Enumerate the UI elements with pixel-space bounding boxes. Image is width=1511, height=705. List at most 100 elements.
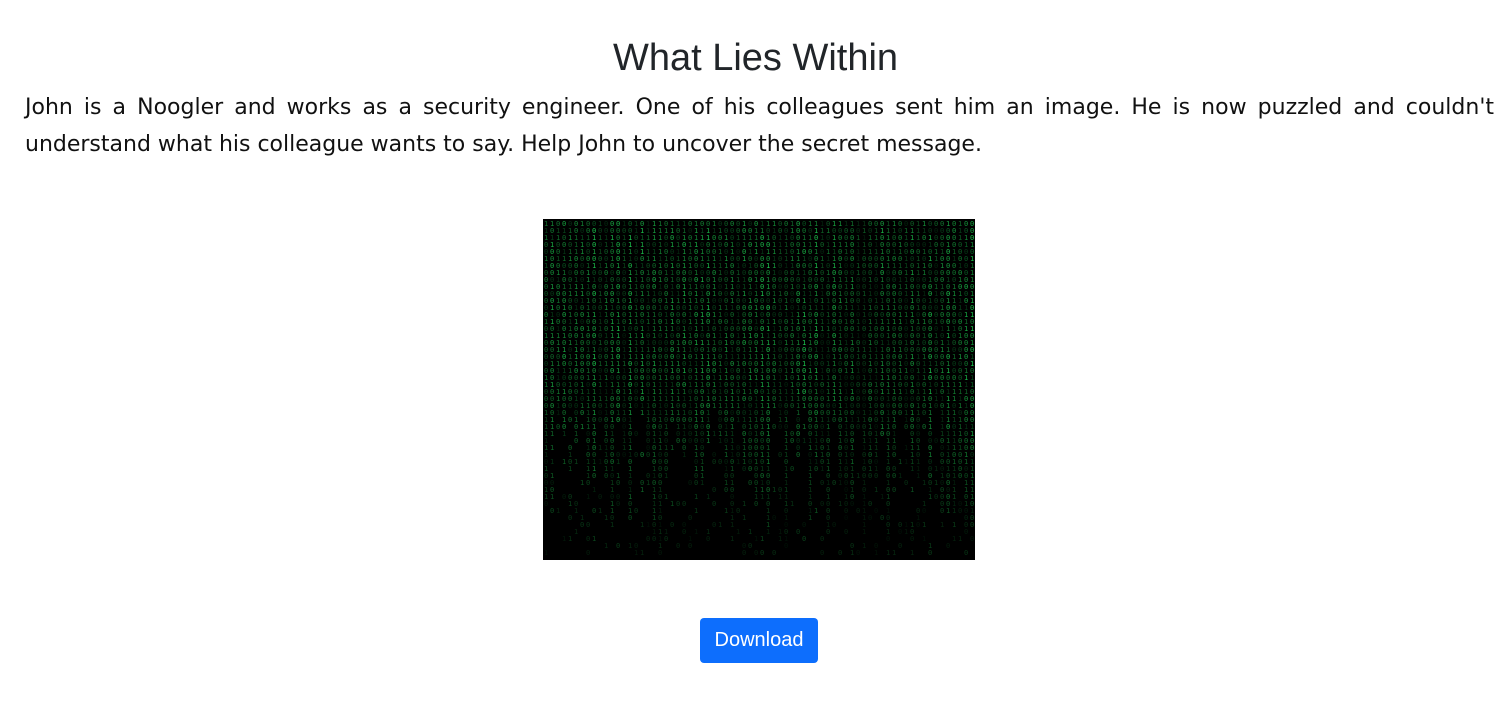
- svg-text:1: 1: [910, 549, 914, 557]
- download-button[interactable]: Download: [700, 618, 818, 663]
- svg-text:1: 1: [610, 521, 614, 529]
- svg-text:1: 1: [778, 493, 782, 501]
- svg-text:0: 0: [568, 416, 572, 424]
- svg-text:0: 0: [754, 500, 758, 508]
- svg-text:1: 1: [598, 444, 602, 452]
- svg-text:0: 0: [964, 549, 968, 557]
- svg-text:0: 0: [706, 535, 710, 543]
- svg-text:0: 0: [856, 549, 860, 557]
- svg-text:1: 1: [700, 479, 704, 487]
- svg-text:1: 1: [934, 465, 938, 473]
- svg-text:0: 0: [568, 514, 572, 522]
- svg-text:1: 1: [874, 486, 878, 494]
- svg-text:0: 0: [892, 472, 896, 480]
- svg-text:1: 1: [910, 486, 914, 494]
- svg-text:0: 0: [736, 507, 740, 515]
- svg-text:1: 1: [748, 528, 752, 536]
- svg-text:0: 0: [904, 479, 908, 487]
- svg-text:1: 1: [550, 444, 554, 452]
- challenge-page: What Lies Within John is a Noogler and w…: [0, 0, 1511, 705]
- svg-text:1: 1: [604, 514, 608, 522]
- svg-text:0: 0: [820, 479, 824, 487]
- svg-text:1: 1: [898, 458, 902, 466]
- svg-text:0: 0: [748, 479, 752, 487]
- svg-text:0: 0: [586, 535, 590, 543]
- svg-text:1: 1: [562, 430, 566, 438]
- svg-text:0: 0: [832, 521, 836, 529]
- svg-text:1: 1: [712, 430, 716, 438]
- svg-text:0: 0: [772, 423, 776, 431]
- svg-text:0: 0: [832, 479, 836, 487]
- svg-text:0: 0: [832, 416, 836, 424]
- matrix-rain-graphic: 1110011000000010100000110001111111010011…: [543, 219, 975, 560]
- svg-text:0: 0: [778, 423, 782, 431]
- svg-text:0: 0: [910, 535, 914, 543]
- svg-text:0: 0: [820, 535, 824, 543]
- svg-text:1: 1: [856, 472, 860, 480]
- svg-text:0: 0: [616, 500, 620, 508]
- svg-text:0: 0: [856, 423, 860, 431]
- svg-text:1: 1: [724, 507, 728, 515]
- svg-text:0: 0: [688, 479, 692, 487]
- svg-text:1: 1: [922, 521, 926, 529]
- svg-text:0: 0: [640, 451, 644, 459]
- svg-text:1: 1: [640, 409, 644, 417]
- svg-text:0: 0: [712, 458, 716, 466]
- svg-text:0: 0: [820, 500, 824, 508]
- svg-text:0: 0: [712, 486, 716, 494]
- svg-text:1: 1: [562, 458, 566, 466]
- svg-text:1: 1: [916, 472, 920, 480]
- svg-text:0: 0: [742, 465, 746, 473]
- svg-text:0: 0: [904, 423, 908, 431]
- svg-text:1: 1: [640, 549, 644, 557]
- svg-text:0: 0: [622, 451, 626, 459]
- svg-text:1: 1: [562, 535, 566, 543]
- svg-text:0: 0: [676, 542, 680, 550]
- svg-text:1: 1: [904, 528, 908, 536]
- svg-text:1: 1: [706, 493, 710, 501]
- svg-text:0: 0: [760, 549, 764, 557]
- svg-text:1: 1: [892, 549, 896, 557]
- svg-text:1: 1: [838, 500, 842, 508]
- svg-text:0: 0: [676, 500, 680, 508]
- svg-text:0: 0: [874, 472, 878, 480]
- svg-text:0: 0: [550, 507, 554, 515]
- svg-text:0: 0: [748, 465, 752, 473]
- svg-text:1: 1: [718, 437, 722, 445]
- svg-text:0: 0: [634, 430, 638, 438]
- svg-text:0: 0: [922, 507, 926, 515]
- svg-text:1: 1: [760, 535, 764, 543]
- svg-text:0: 0: [856, 507, 860, 515]
- svg-text:1: 1: [550, 458, 554, 466]
- svg-text:1: 1: [706, 437, 710, 445]
- svg-text:0: 0: [970, 521, 974, 529]
- svg-text:0: 0: [820, 549, 824, 557]
- svg-text:0: 0: [838, 549, 842, 557]
- svg-text:1: 1: [604, 542, 608, 550]
- svg-text:0: 0: [784, 542, 788, 550]
- svg-text:0: 0: [688, 542, 692, 550]
- svg-text:1: 1: [592, 486, 596, 494]
- svg-text:1: 1: [880, 493, 884, 501]
- svg-text:0: 0: [598, 493, 602, 501]
- svg-text:1: 1: [574, 528, 578, 536]
- svg-text:1: 1: [670, 444, 674, 452]
- svg-text:1: 1: [850, 549, 854, 557]
- svg-text:0: 0: [580, 409, 584, 417]
- svg-text:1: 1: [640, 486, 644, 494]
- svg-text:0: 0: [634, 451, 638, 459]
- svg-text:0: 0: [586, 521, 590, 529]
- svg-text:0: 0: [898, 542, 902, 550]
- svg-text:1: 1: [946, 507, 950, 515]
- svg-text:1: 1: [862, 542, 866, 550]
- svg-text:0: 0: [802, 535, 806, 543]
- svg-text:1: 1: [664, 493, 668, 501]
- svg-text:0: 0: [712, 521, 716, 529]
- svg-text:1: 1: [802, 437, 806, 445]
- svg-text:1: 1: [550, 430, 554, 438]
- svg-text:0: 0: [718, 458, 722, 466]
- svg-text:1: 1: [736, 528, 740, 536]
- svg-text:1: 1: [952, 521, 956, 529]
- svg-text:0: 0: [826, 528, 830, 536]
- svg-text:1: 1: [628, 542, 632, 550]
